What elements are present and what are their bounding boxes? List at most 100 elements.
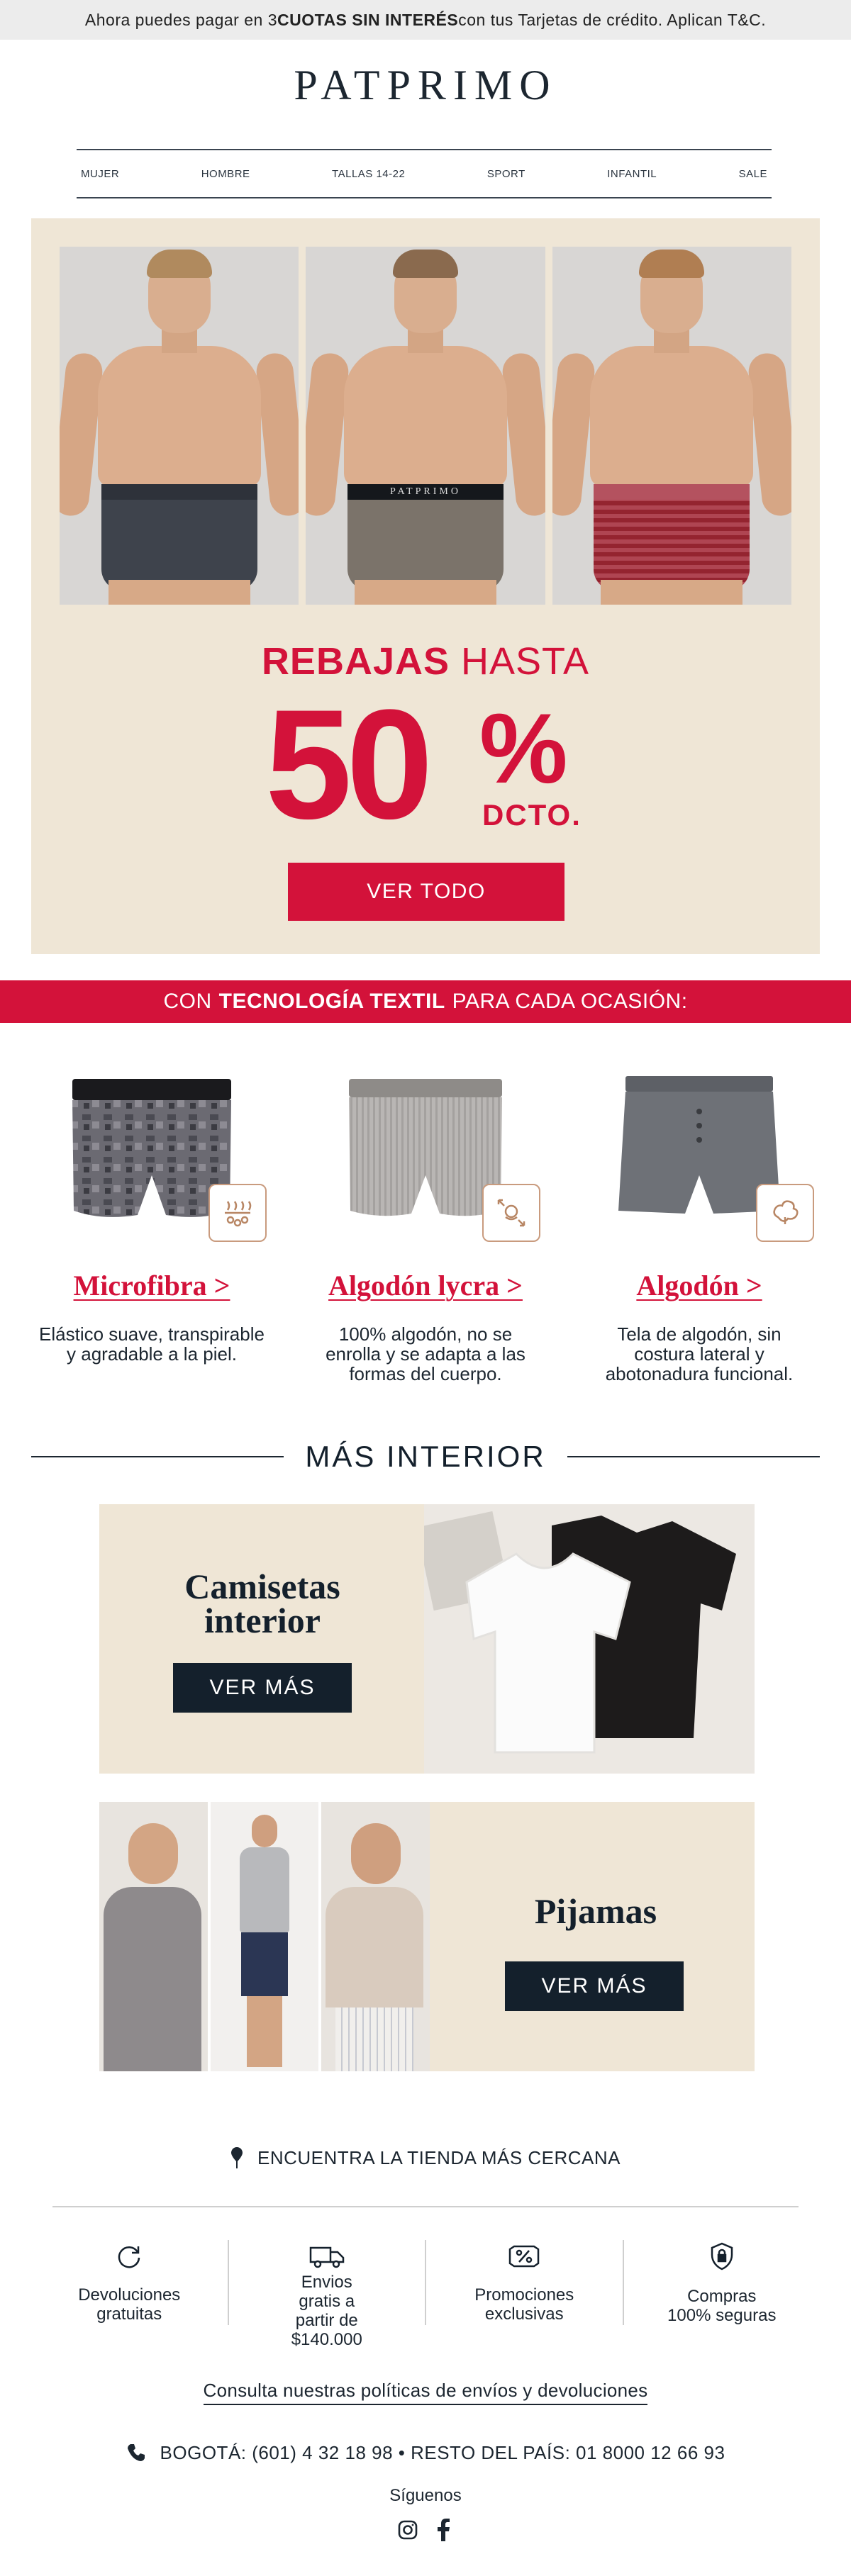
tech-banner: CON TECNOLOGÍA TEXTIL PARA CADA OCASIÓN: xyxy=(0,980,851,1023)
tech-banner-pre: CON xyxy=(163,990,212,1013)
benefit-label: Compras 100% seguras xyxy=(667,2287,777,2325)
contact-phone: BOGOTÁ: (601) 4 32 18 98 • RESTO DEL PAÍ… xyxy=(0,2437,851,2468)
discount-percent-symbol: % xyxy=(479,693,568,804)
boxer-brief-dark xyxy=(101,484,257,590)
beige-tshirt xyxy=(326,1887,424,2007)
fabric-technologies: Microfibra > Elástico suave, transpirabl… xyxy=(31,1056,820,1404)
model-torso xyxy=(97,346,261,488)
map-pin-icon xyxy=(230,2147,243,2168)
shipping-returns-policy-link[interactable]: Consulta nuestras políticas de envíos y … xyxy=(203,2380,648,2405)
waistband xyxy=(594,484,750,500)
model-hair xyxy=(639,250,705,278)
undershirts-ver-mas-button[interactable]: VER MÁS xyxy=(173,1663,352,1713)
more-interior-heading: MÁS INTERIOR xyxy=(31,1435,821,1478)
undershirts-title: Camisetas interior xyxy=(184,1567,340,1640)
tech-microfibra[interactable]: Microfibra > Elástico suave, transpirabl… xyxy=(31,1056,272,1404)
divider-line xyxy=(567,1456,821,1457)
shield-icon xyxy=(624,2240,821,2273)
promo-text-bold: CUOTAS SIN INTERÉS xyxy=(277,10,459,29)
cotton-stretch-icon xyxy=(482,1184,540,1242)
ver-todo-button[interactable]: VER TODO xyxy=(288,863,564,921)
model-legs xyxy=(354,580,496,605)
tech-algodon[interactable]: Algodón > Tela de algodón, sin costura l… xyxy=(579,1056,820,1404)
phone-text[interactable]: BOGOTÁ: (601) 4 32 18 98 • RESTO DEL PAÍ… xyxy=(160,2442,725,2464)
benefits-row: Devoluciones gratuitas Envios gratis a p… xyxy=(31,2240,821,2349)
benefit-exclusive-promos: Promociones exclusivas xyxy=(425,2240,623,2325)
boxer-plaid xyxy=(594,484,750,590)
grey-sweater xyxy=(104,1887,201,2071)
undershirts-card[interactable]: Camisetas interior VER MÁS xyxy=(99,1504,755,1774)
pajama-model-2[interactable] xyxy=(210,1802,319,2071)
tech-banner-bold: TECNOLOGÍA TEXTIL xyxy=(218,990,445,1013)
striped-pants xyxy=(335,2007,414,2071)
pajamas-card[interactable]: Pijamas VER MÁS xyxy=(99,1802,755,2071)
tech-name-algodon[interactable]: Algodón > xyxy=(579,1269,820,1302)
store-locator[interactable]: ENCUENTRA LA TIENDA MÁS CERCANA xyxy=(0,2142,851,2173)
model-arm xyxy=(747,351,791,518)
model-photo-1[interactable] xyxy=(60,247,299,605)
grey-shirt xyxy=(240,1847,289,1932)
waistband: PATPRIMO xyxy=(347,484,504,500)
refresh-icon xyxy=(31,2240,228,2273)
benefit-label: Devoluciones gratuitas xyxy=(78,2285,181,2324)
tech-algodon-lycra[interactable]: Algodón lycra > 100% algodón, no se enro… xyxy=(305,1056,546,1404)
discount-suffix: DCTO. xyxy=(482,798,582,831)
promo-bar: Ahora puedes pagar en 3 CUOTAS SIN INTER… xyxy=(0,0,851,40)
phone-icon xyxy=(127,2444,145,2461)
nav-item-sport[interactable]: SPORT xyxy=(487,168,525,180)
nav-item-hombre[interactable]: HOMBRE xyxy=(201,168,250,180)
brand-logo[interactable]: PATPRIMO xyxy=(0,61,851,110)
sale-title-bold: REBAJAS xyxy=(261,640,450,683)
pajamas-photos xyxy=(99,1802,430,2071)
nav-item-sale[interactable]: SALE xyxy=(739,168,767,180)
model-hair xyxy=(146,250,212,278)
model-photo-2[interactable]: PATPRIMO xyxy=(306,247,545,605)
undershirts-image[interactable] xyxy=(424,1504,755,1774)
tech-banner-post: PARA CADA OCASIÓN: xyxy=(452,990,688,1013)
model-arm xyxy=(254,351,299,518)
model-torso xyxy=(590,346,754,488)
nav-item-mujer[interactable]: MUJER xyxy=(81,168,119,180)
promo-text-post: con tus Tarjetas de crédito. Aplican T&C… xyxy=(458,10,767,29)
hero-photos: PATPRIMO xyxy=(60,247,791,605)
more-interior-title: MÁS INTERIOR xyxy=(305,1440,546,1473)
pajama-model-3[interactable] xyxy=(321,1802,430,2071)
model-photo-3[interactable] xyxy=(552,247,791,605)
model-legs xyxy=(108,580,250,605)
main-nav: MUJER HOMBRE TALLAS 14-22 SPORT INFANTIL… xyxy=(77,149,772,198)
model-hair xyxy=(392,250,458,278)
facebook-icon[interactable] xyxy=(431,2518,455,2542)
hero-sale-banner[interactable]: PATPRIMO REBAJAS HASTA 50 % DCTO. VER TO… xyxy=(31,218,820,954)
tech-desc-algodon: Tela de algodón, sin costura lateral y a… xyxy=(605,1323,794,1384)
store-locator-label[interactable]: ENCUENTRA LA TIENDA MÁS CERCANA xyxy=(257,2147,621,2169)
benefit-free-shipping: Envios gratis a partir de $140.000 xyxy=(227,2240,425,2349)
policy-link-wrap: Consulta nuestras políticas de envíos y … xyxy=(0,2380,851,2405)
navy-shorts xyxy=(241,1932,288,1996)
boxer-brief-grey xyxy=(347,484,504,590)
tech-name-microfibra[interactable]: Microfibra > xyxy=(31,1269,272,1302)
instagram-icon[interactable] xyxy=(396,2518,420,2542)
nav-item-infantil[interactable]: INFANTIL xyxy=(607,168,657,180)
discount-tag-icon xyxy=(426,2240,623,2273)
model-arm xyxy=(501,351,545,518)
benefit-free-returns: Devoluciones gratuitas xyxy=(31,2240,228,2325)
pajamas-ver-mas-button[interactable]: VER MÁS xyxy=(505,1961,684,2011)
social-links xyxy=(0,2518,851,2542)
truck-icon xyxy=(229,2240,425,2273)
nav-item-tallas[interactable]: TALLAS 14-22 xyxy=(332,168,405,180)
model-torso xyxy=(343,346,507,488)
benefit-secure-purchase: Compras 100% seguras xyxy=(622,2240,821,2325)
model-head xyxy=(252,1815,277,1847)
model-legs xyxy=(601,580,743,605)
waistband xyxy=(101,484,257,500)
tech-desc-microfibra: Elástico suave, transpirable y agradable… xyxy=(39,1323,265,1365)
promo-text-pre: Ahora puedes pagar en 3 xyxy=(84,10,277,29)
benefit-label: Promociones exclusivas xyxy=(474,2285,574,2324)
pajamas-title: Pijamas xyxy=(534,1891,657,1931)
pajama-model-1[interactable] xyxy=(99,1802,208,2071)
model-head xyxy=(128,1823,179,1884)
divider-line xyxy=(31,1456,284,1457)
model-head xyxy=(350,1823,401,1884)
benefit-label: Envios gratis a partir de $140.000 xyxy=(291,2273,362,2349)
tech-name-algodon-lycra[interactable]: Algodón lycra > xyxy=(305,1269,546,1302)
